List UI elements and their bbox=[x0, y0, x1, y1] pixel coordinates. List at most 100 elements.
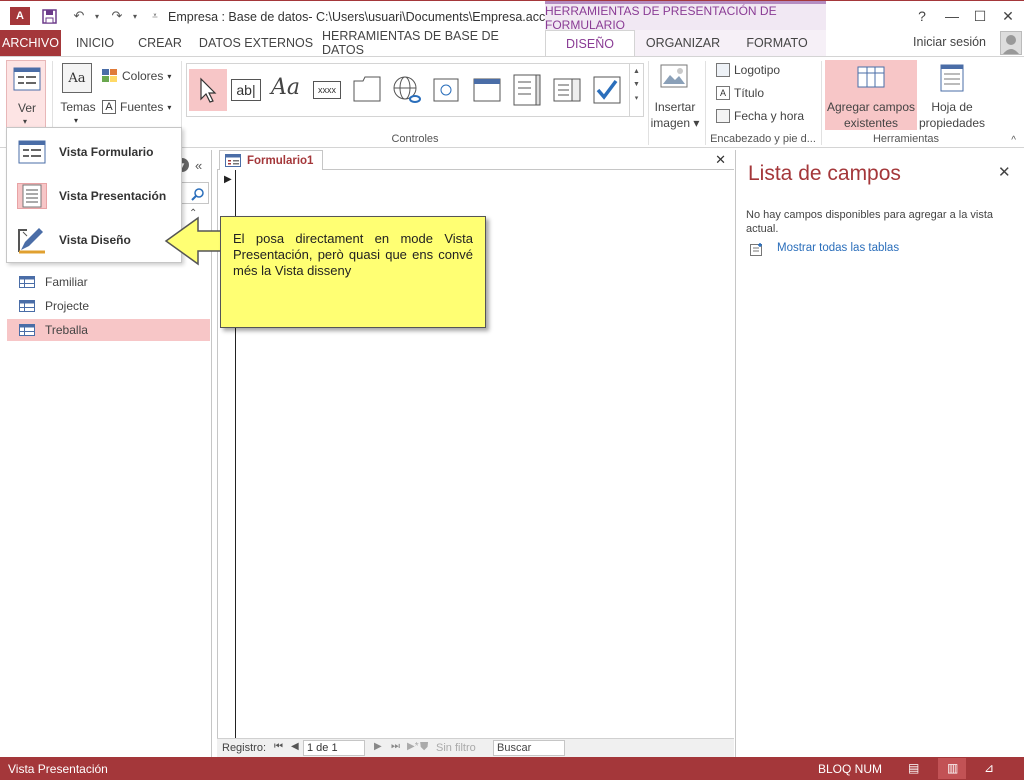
web-browser-control-icon[interactable] bbox=[433, 78, 459, 105]
add-fields-icon bbox=[857, 66, 885, 91]
nav-item-familiar[interactable]: Familiar bbox=[7, 271, 210, 293]
textbox-control-icon[interactable]: ab| bbox=[231, 79, 261, 101]
nav-item-treballa[interactable]: Treballa bbox=[7, 319, 210, 341]
scroll-down-icon[interactable]: ▼ bbox=[630, 81, 643, 88]
button-control-icon[interactable]: xxxx bbox=[313, 81, 341, 99]
signin-link[interactable]: Iniciar sesión bbox=[913, 35, 986, 49]
gallery-more-icon[interactable]: ▾ bbox=[630, 94, 643, 102]
record-navigator: Registro: ⏮ ◀ 1 de 1 ▶ ⏭ ▶* ⛊ Sin filtro… bbox=[217, 738, 734, 757]
logotipo-button[interactable]: Logotipo bbox=[716, 63, 780, 77]
gallery-scroll[interactable]: ▲ ▼ ▾ bbox=[630, 63, 644, 117]
close-window-icon[interactable]: ✕ bbox=[994, 5, 1022, 27]
status-bar: Vista Presentación BLOQ NUM ▤ ▥ ⊿ bbox=[0, 757, 1024, 780]
search-icon[interactable] bbox=[191, 187, 205, 201]
ver-button[interactable]: Ver ▾ bbox=[6, 60, 46, 130]
title-bar: A ↶ ▾ ↷ ▾ ⩡ Empresa : Base de datos- C:\… bbox=[0, 0, 1024, 32]
menu-item-vista-diseno[interactable]: Vista Diseño bbox=[7, 218, 181, 262]
fuentes-label: Fuentes bbox=[120, 100, 164, 114]
nav-item-label: Projecte bbox=[45, 299, 90, 313]
help-button[interactable]: ? bbox=[908, 5, 936, 27]
undo-icon[interactable]: ↶ bbox=[70, 7, 88, 25]
colores-dropdown-icon: ▾ bbox=[167, 71, 172, 81]
temas-button[interactable]: Aa Temas ▾ bbox=[58, 60, 98, 130]
hyperlink-control-icon[interactable] bbox=[391, 75, 423, 108]
agregar-campos-label: Agregar campos bbox=[826, 100, 916, 114]
customize-qat-icon[interactable]: ⩡ bbox=[146, 7, 164, 25]
imagen-label: imagen ▾ bbox=[650, 116, 700, 130]
design-view-icon bbox=[17, 227, 47, 254]
window-title: Empresa : Base de datos- C:\Users\usuari… bbox=[168, 10, 556, 24]
redo-dropdown-icon[interactable]: ▾ bbox=[126, 7, 144, 25]
insertar-imagen-button[interactable]: Insertar imagen ▾ bbox=[650, 60, 700, 130]
collapse-ribbon-icon[interactable]: ^ bbox=[1011, 135, 1016, 146]
tab-archivo[interactable]: ARCHIVO bbox=[0, 30, 61, 56]
nav-item-projecte[interactable]: Projecte bbox=[7, 295, 210, 317]
close-doc-icon[interactable]: ✕ bbox=[715, 152, 726, 168]
view-dropdown-menu: Vista Formulario Vista Presentación Vist… bbox=[6, 127, 182, 263]
maximize-icon[interactable]: ☐ bbox=[966, 5, 994, 27]
label-control-icon[interactable]: Aa bbox=[271, 75, 300, 100]
select-pointer-control[interactable] bbox=[189, 69, 227, 111]
new-record-icon[interactable]: ▶* bbox=[407, 741, 419, 752]
next-record-icon[interactable]: ▶ bbox=[374, 741, 382, 752]
scroll-up-icon[interactable]: ▲ bbox=[630, 68, 643, 75]
hoja-de-label: Hoja de bbox=[931, 100, 973, 114]
image-icon bbox=[660, 64, 688, 91]
design-view-status-icon[interactable]: ⊿ bbox=[984, 761, 994, 775]
menu-item-label: Vista Presentación bbox=[59, 189, 167, 203]
record-selector-icon[interactable]: ▶ bbox=[224, 174, 232, 185]
prev-record-icon[interactable]: ◀ bbox=[291, 741, 299, 752]
hoja-propiedades-button[interactable]: Hoja de propiedades bbox=[918, 60, 986, 130]
menu-item-vista-formulario[interactable]: Vista Formulario bbox=[7, 130, 181, 174]
fonts-icon: A bbox=[102, 100, 116, 114]
first-record-icon[interactable]: ⏮ bbox=[274, 741, 283, 752]
agregar-campos-button[interactable]: Agregar campos existentes bbox=[825, 60, 917, 130]
navigation-control-icon[interactable] bbox=[473, 78, 501, 105]
tab-organizar[interactable]: ORGANIZAR bbox=[640, 30, 726, 56]
tab-crear[interactable]: CREAR bbox=[130, 30, 190, 56]
titulo-button[interactable]: A Título bbox=[716, 86, 764, 100]
tab-diseno[interactable]: DISEÑO bbox=[545, 30, 635, 57]
filter-icon[interactable]: ⛊ bbox=[420, 741, 428, 754]
temas-dropdown-icon: ▾ bbox=[74, 116, 79, 125]
avatar[interactable] bbox=[1000, 31, 1022, 55]
fuentes-dropdown-icon: ▾ bbox=[167, 102, 172, 112]
save-icon[interactable] bbox=[40, 7, 58, 25]
checkbox-control-icon[interactable] bbox=[593, 76, 621, 107]
tab-herramientas-bd[interactable]: HERRAMIENTAS DE BASE DE DATOS bbox=[322, 29, 538, 57]
layout-view-status-button[interactable]: ▥ bbox=[938, 758, 966, 779]
insertar-label: Insertar bbox=[654, 100, 696, 114]
menu-item-vista-presentacion[interactable]: Vista Presentación bbox=[7, 174, 181, 218]
status-view-text: Vista Presentación bbox=[8, 762, 108, 776]
tab-control-icon[interactable] bbox=[353, 76, 381, 105]
fuentes-button[interactable]: A Fuentes ▾ bbox=[102, 100, 171, 114]
tab-datos-externos[interactable]: DATOS EXTERNOS bbox=[198, 30, 314, 56]
context-tab-header: HERRAMIENTAS DE PRESENTACIÓN DE FORMULAR… bbox=[545, 1, 826, 32]
access-logo-icon[interactable]: A bbox=[10, 7, 30, 25]
collapse-nav-icon[interactable]: « bbox=[195, 158, 202, 173]
close-pane-icon[interactable]: ✕ bbox=[998, 163, 1011, 181]
table-icon bbox=[19, 300, 35, 312]
menu-item-label: Vista Diseño bbox=[59, 233, 131, 247]
fecha-hora-button[interactable]: Fecha y hora bbox=[716, 109, 804, 123]
buscar-input[interactable]: Buscar bbox=[493, 740, 565, 756]
tab-inicio[interactable]: INICIO bbox=[66, 30, 124, 56]
fecha-hora-label: Fecha y hora bbox=[734, 109, 805, 123]
record-position-field[interactable]: 1 de 1 bbox=[303, 740, 365, 756]
doc-tab-formulario1[interactable]: Formulario1 bbox=[219, 150, 323, 171]
tab-formato[interactable]: FORMATO bbox=[732, 30, 822, 56]
form-view-status-icon[interactable]: ▤ bbox=[908, 761, 919, 775]
last-record-icon[interactable]: ⏭ bbox=[391, 741, 400, 752]
controles-group-label: Controles bbox=[391, 133, 439, 145]
combo-box-control-icon[interactable] bbox=[553, 78, 581, 105]
sin-filtro-button[interactable]: Sin filtro bbox=[436, 742, 476, 754]
redo-icon[interactable]: ↷ bbox=[108, 7, 126, 25]
option-group-control-icon[interactable] bbox=[513, 74, 541, 109]
show-all-tables-link[interactable]: Mostrar todas las tablas bbox=[777, 242, 899, 254]
propiedades-label: propiedades bbox=[918, 116, 986, 130]
temas-label: Temas bbox=[60, 100, 96, 114]
minimize-icon[interactable]: — bbox=[938, 5, 966, 27]
herramientas-group-label: Herramientas bbox=[872, 133, 940, 145]
colores-button[interactable]: Colores ▾ bbox=[102, 69, 171, 83]
undo-dropdown-icon[interactable]: ▾ bbox=[88, 7, 106, 25]
